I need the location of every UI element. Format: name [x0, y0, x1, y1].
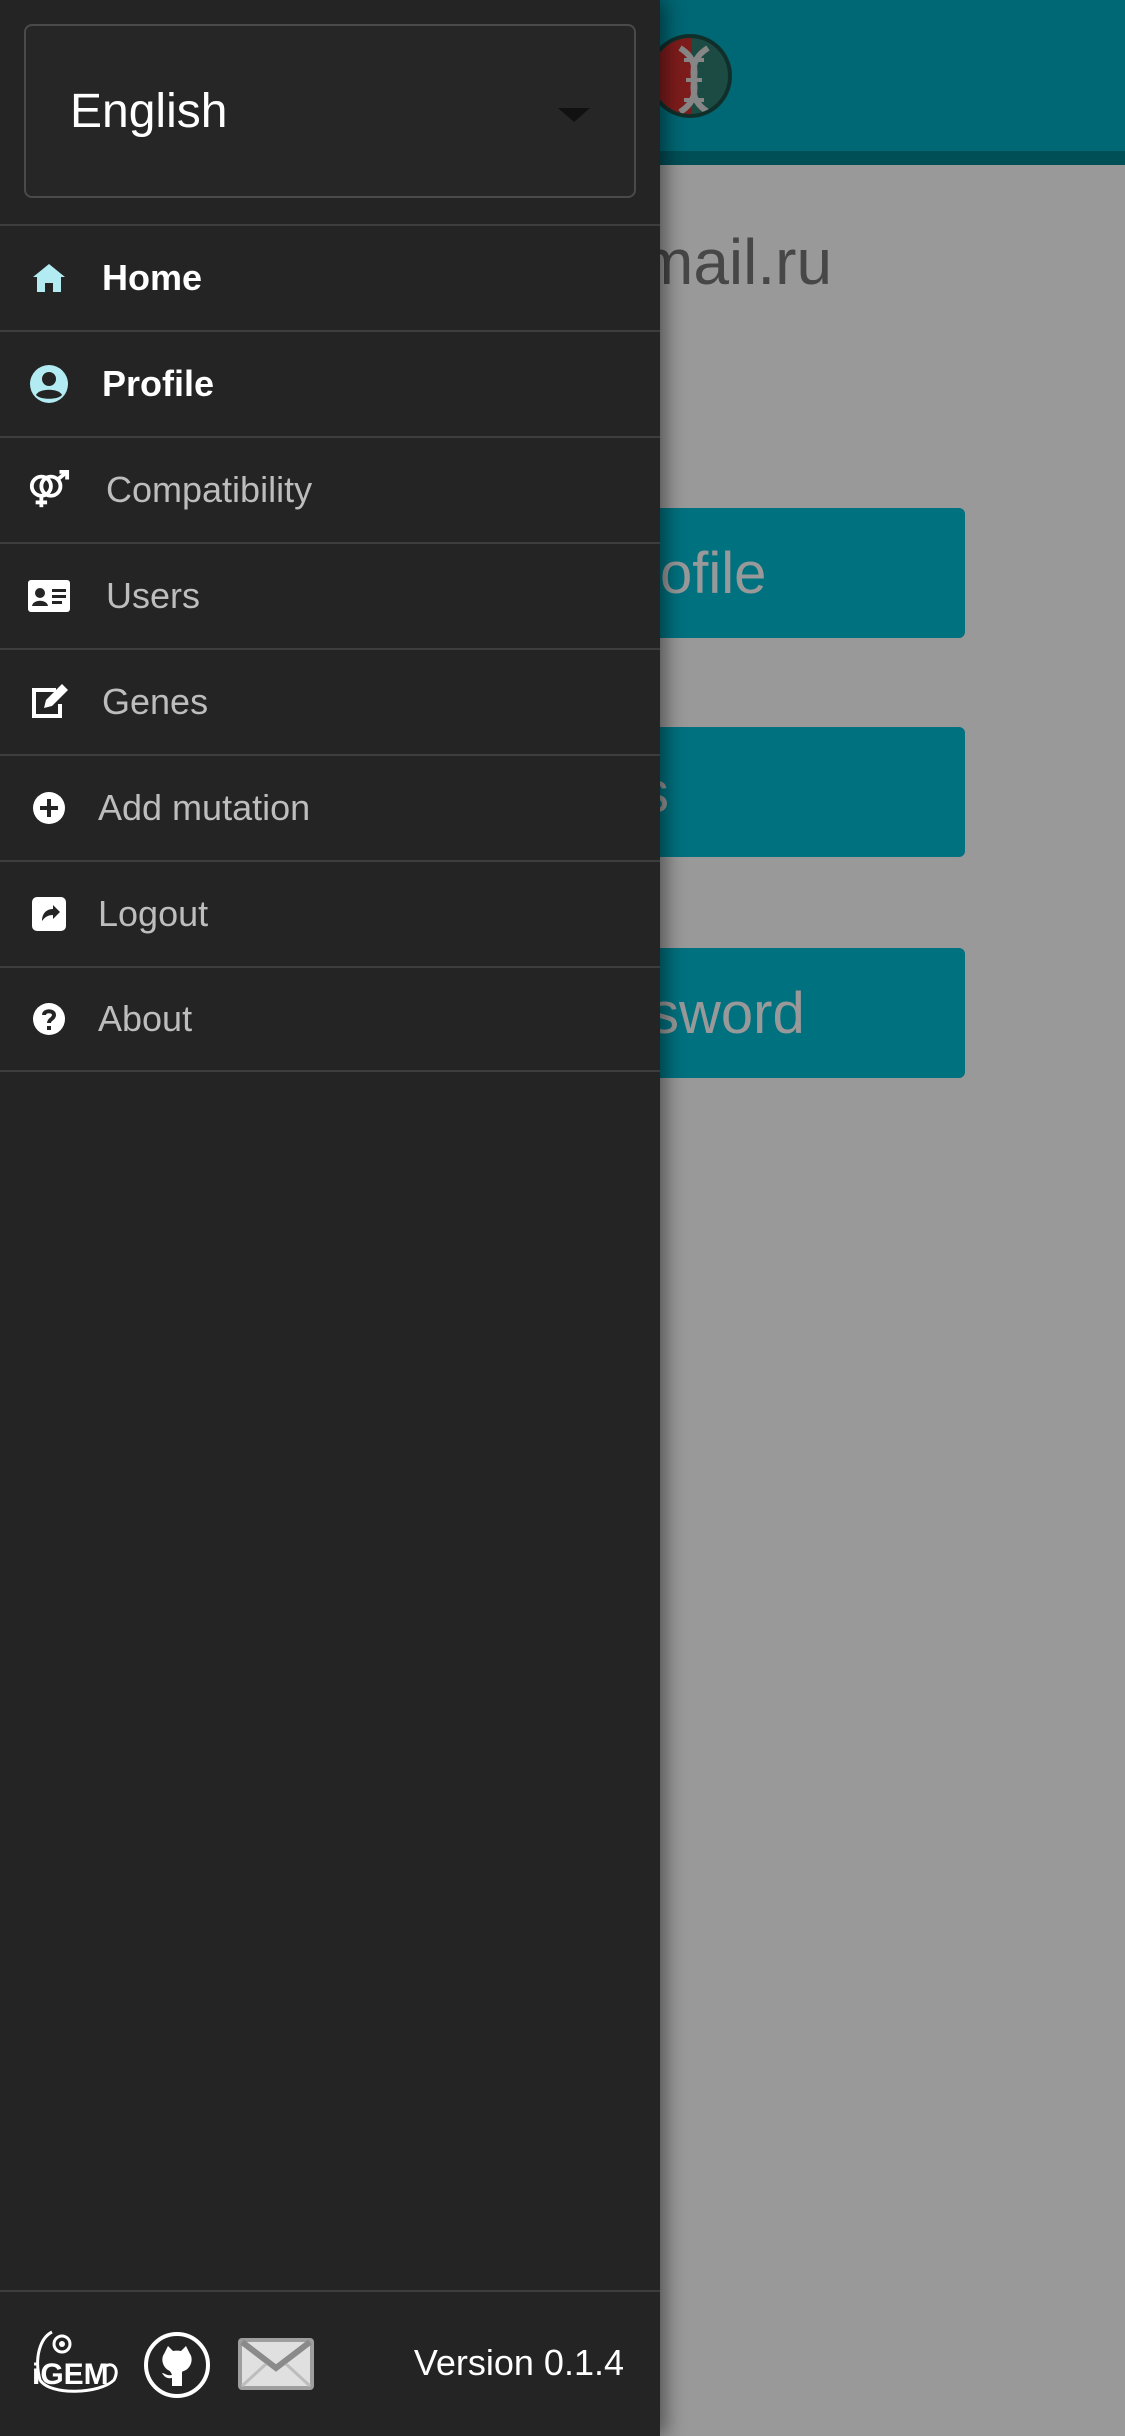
app-version: Version 0.1.4: [413, 2342, 624, 2383]
menu-item-label: Users: [106, 575, 201, 616]
user-circle-icon: [28, 363, 70, 405]
menu-item-label: Profile: [102, 363, 215, 404]
language-select-value: English: [70, 84, 228, 138]
edit-icon: [28, 681, 70, 723]
menu-item-about[interactable]: About: [0, 966, 660, 1072]
plus-circle-icon: [28, 787, 70, 829]
navigation-drawer: English Home Profile Compatibility Users…: [0, 0, 660, 2436]
menu-item-label: Home: [102, 257, 203, 298]
igem-logo-icon[interactable]: iGEM: [30, 2328, 120, 2398]
menu-item-compatibility[interactable]: Compatibility: [0, 436, 660, 542]
venus-mars-icon: [28, 469, 70, 511]
menu-item-profile[interactable]: Profile: [0, 330, 660, 436]
menu-item-label: Compatibility: [106, 469, 313, 510]
id-card-icon: [28, 575, 70, 617]
menu-item-label: Genes: [102, 681, 209, 722]
menu-item-genes[interactable]: Genes: [0, 648, 660, 754]
caret-down-icon: [558, 108, 590, 122]
menu-item-home[interactable]: Home: [0, 224, 660, 330]
menu-item-label: Logout: [98, 893, 209, 934]
home-icon: [28, 257, 70, 299]
menu-item-label: Add mutation: [98, 787, 311, 828]
share-square-icon: [28, 893, 70, 935]
menu-item-label: About: [98, 998, 193, 1039]
drawer-menu: Home Profile Compatibility Users Genes A…: [0, 224, 660, 1072]
menu-item-logout[interactable]: Logout: [0, 860, 660, 966]
question-circle-icon: [28, 998, 70, 1040]
igem-logo-text: iGEM: [32, 2358, 109, 2391]
menu-item-add-mutation[interactable]: Add mutation: [0, 754, 660, 860]
drawer-footer: iGEM Version 0.1.4: [0, 2290, 660, 2436]
github-icon[interactable]: [144, 2332, 210, 2398]
language-select[interactable]: English: [24, 24, 636, 198]
mail-icon[interactable]: [238, 2338, 314, 2390]
menu-item-users[interactable]: Users: [0, 542, 660, 648]
